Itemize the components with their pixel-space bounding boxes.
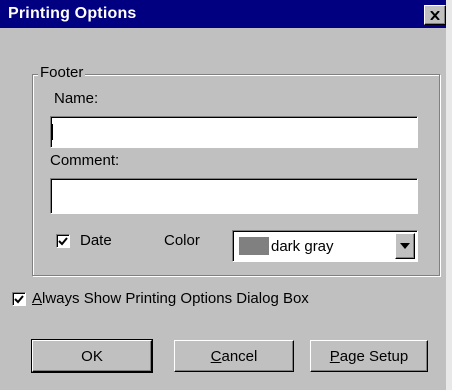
date-checkbox[interactable]	[56, 234, 70, 248]
close-icon	[430, 10, 440, 20]
color-dropdown-button[interactable]	[395, 233, 415, 259]
chevron-down-icon	[400, 243, 410, 249]
name-label: Name:	[54, 90, 99, 107]
printing-options-dialog: Printing Options Footer Name: Comment: D…	[0, 0, 452, 390]
color-swatch	[239, 237, 269, 255]
always-show-label: Always Show Printing Options Dialog Box	[32, 290, 309, 307]
footer-group-label: Footer	[38, 64, 86, 81]
text-caret	[52, 124, 53, 140]
page-setup-accelerator: P	[329, 347, 340, 365]
color-select[interactable]: dark gray	[232, 230, 418, 262]
always-show-accelerator: A	[32, 290, 43, 307]
color-label: Color	[164, 232, 200, 249]
page-setup-button[interactable]: Page Setup	[310, 340, 428, 372]
color-value: dark gray	[271, 238, 334, 255]
cancel-button[interactable]: Cancel	[174, 340, 294, 372]
cancel-button-label: Cancel	[211, 348, 258, 365]
cancel-label-text: ancel	[221, 347, 258, 365]
name-input[interactable]	[50, 116, 418, 148]
comment-label: Comment:	[50, 152, 120, 169]
title-bar: Printing Options	[0, 0, 446, 28]
cancel-accelerator: C	[210, 347, 222, 365]
ok-button[interactable]: OK	[31, 339, 153, 373]
window-title: Printing Options	[8, 5, 137, 22]
always-show-label-text: lways Show Printing Options Dialog Box	[42, 290, 309, 307]
ok-button-label: OK	[81, 347, 103, 365]
always-show-checkbox[interactable]	[12, 292, 26, 306]
comment-input[interactable]	[50, 178, 418, 214]
page-setup-button-label: Page Setup	[330, 348, 408, 365]
page-setup-label-text: age Setup	[339, 347, 409, 365]
date-label: Date	[80, 232, 112, 249]
window-edge	[446, 0, 452, 390]
close-button[interactable]	[424, 5, 446, 25]
check-icon	[58, 236, 68, 245]
check-icon	[14, 294, 24, 303]
